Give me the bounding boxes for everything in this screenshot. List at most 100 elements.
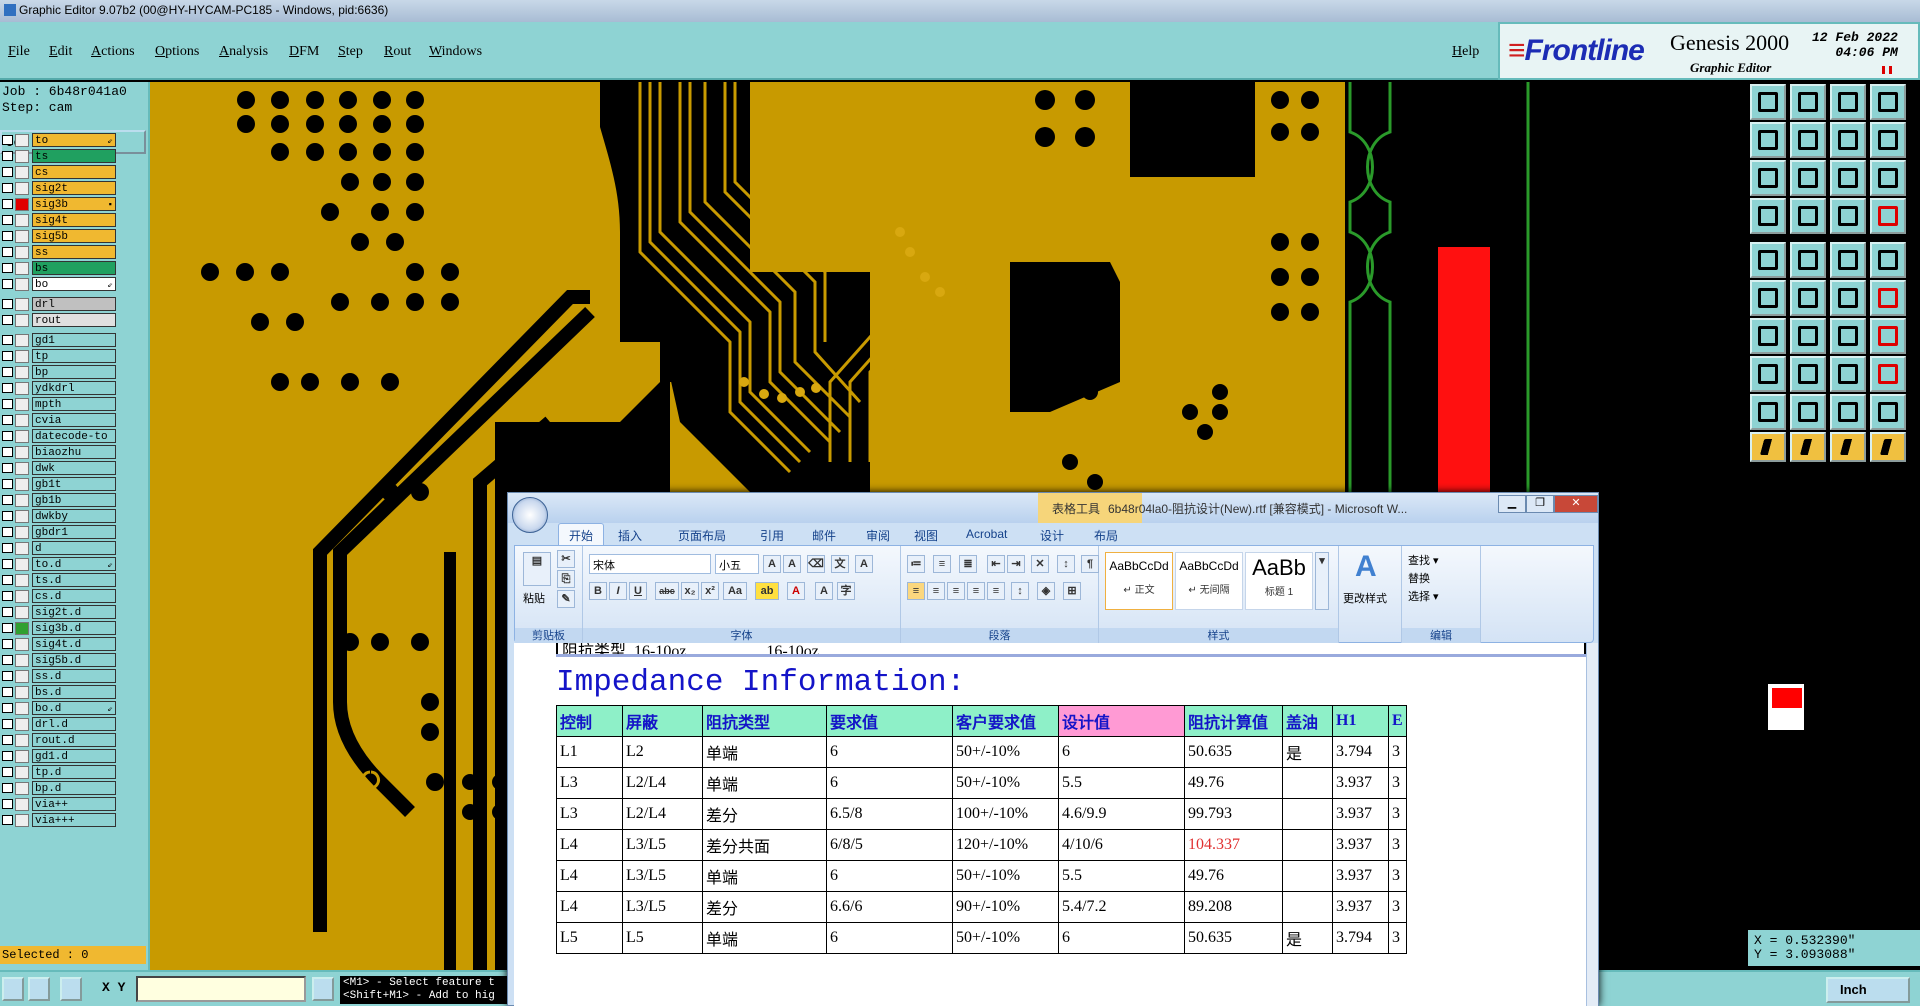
layer-row[interactable]: bp.d: [0, 780, 118, 796]
add-text-icon[interactable]: [1750, 356, 1786, 392]
strikethrough-icon[interactable]: abc: [655, 582, 679, 600]
move-feature-icon[interactable]: [1790, 280, 1826, 316]
table-cell[interactable]: 3: [1388, 829, 1407, 861]
layer-row[interactable]: cs.d: [0, 588, 118, 604]
zoom-in-icon[interactable]: [1790, 122, 1826, 158]
layer-row[interactable]: datecode-to: [0, 428, 118, 444]
layer-color-swatch[interactable]: [15, 334, 29, 347]
layer-color-swatch[interactable]: [15, 718, 29, 731]
layer-color-swatch[interactable]: [15, 214, 29, 227]
menu-file[interactable]: File: [8, 44, 30, 60]
char-border-icon[interactable]: A: [855, 555, 873, 573]
select-net-icon[interactable]: [1750, 280, 1786, 316]
layer-row[interactable]: rout: [0, 312, 118, 328]
style-no-spacing[interactable]: AaBbCcDd ↵ 无间隔: [1175, 552, 1243, 610]
table-cell[interactable]: 3.937: [1332, 767, 1389, 799]
layer-row[interactable]: ydkdrl: [0, 380, 118, 396]
layer-name[interactable]: gbdr1: [32, 525, 116, 539]
step-down-icon[interactable]: [1790, 84, 1826, 120]
xy-input[interactable]: [136, 976, 306, 1002]
layer-checkbox[interactable]: [2, 767, 13, 777]
select-mode-1-icon[interactable]: [1750, 432, 1786, 462]
layer-row[interactable]: to ⇙: [0, 132, 118, 148]
add-pad-icon[interactable]: [1830, 242, 1866, 278]
decrease-indent-icon[interactable]: ⇤: [987, 555, 1005, 573]
layer-name[interactable]: datecode-to: [32, 429, 116, 443]
layer-row[interactable]: gd1: [0, 332, 118, 348]
measure-icon[interactable]: [1750, 198, 1786, 234]
triangle-d-icon[interactable]: [1870, 394, 1906, 430]
table-cell[interactable]: 49.76: [1184, 767, 1283, 799]
menu-actions[interactable]: Actions: [91, 44, 135, 60]
table-cell[interactable]: L4: [556, 829, 623, 861]
layer-checkbox[interactable]: [2, 215, 13, 225]
layer-checkbox[interactable]: [2, 263, 13, 273]
table-cell[interactable]: [1282, 891, 1333, 923]
layer-checkbox[interactable]: [2, 671, 13, 681]
layer-checkbox[interactable]: [2, 815, 13, 825]
zoom-fit-icon[interactable]: [1870, 122, 1906, 158]
redraw-icon[interactable]: [1870, 160, 1906, 196]
layer-color-swatch[interactable]: [15, 750, 29, 763]
layer-name[interactable]: to.d ⇙: [32, 557, 116, 571]
layer-color-swatch[interactable]: [15, 622, 29, 635]
layer-checkbox[interactable]: [2, 511, 13, 521]
layer-color-swatch[interactable]: [15, 526, 29, 539]
document-page[interactable]: 阻抗类型 16-10oz 16-10oz Impedance Informati…: [514, 643, 1586, 1006]
table-cell[interactable]: 4/10/6: [1058, 829, 1185, 861]
layer-color-swatch[interactable]: [15, 198, 29, 211]
justify-icon[interactable]: ≡: [967, 582, 985, 600]
triangle-c-icon[interactable]: [1830, 394, 1866, 430]
table-cell[interactable]: 单端: [702, 860, 827, 892]
asian-layout-icon[interactable]: ✕: [1031, 555, 1049, 573]
layer-name[interactable]: ts.d: [32, 573, 116, 587]
layer-name[interactable]: dwkby: [32, 509, 116, 523]
layer-color-swatch[interactable]: [15, 686, 29, 699]
layer-row[interactable]: biaozhu: [0, 444, 118, 460]
format-painter-icon[interactable]: ✎: [557, 590, 575, 608]
bullets-icon[interactable]: ≔: [907, 555, 925, 573]
mirror-icon[interactable]: [1870, 318, 1906, 354]
grow-font-icon[interactable]: A: [763, 555, 781, 573]
table-cell[interactable]: [1282, 798, 1333, 830]
layer-name[interactable]: sig5b.d: [32, 653, 116, 667]
table-header-cell[interactable]: 阻抗类型: [702, 705, 827, 737]
snap-icon[interactable]: [28, 977, 50, 1001]
ribbon-tab[interactable]: 设计: [1040, 527, 1064, 544]
step-up-icon[interactable]: [1750, 84, 1786, 120]
layer-color-swatch[interactable]: [15, 734, 29, 747]
triangle-b-icon[interactable]: [1790, 394, 1826, 430]
layer-row[interactable]: sig2t: [0, 180, 118, 196]
enclose-char-icon[interactable]: 字: [837, 582, 855, 600]
layer-row[interactable]: to.d ⇙: [0, 556, 118, 572]
layer-checkbox[interactable]: [2, 183, 13, 193]
table-cell[interactable]: L4: [556, 860, 623, 892]
font-color-icon[interactable]: A: [787, 582, 805, 600]
copy-feature-icon[interactable]: [1830, 280, 1866, 316]
layer-name[interactable]: via++: [32, 797, 116, 811]
layer-checkbox[interactable]: [2, 479, 13, 489]
layer-checkbox[interactable]: [2, 735, 13, 745]
add-surface-icon[interactable]: [1870, 242, 1906, 278]
layer-color-swatch[interactable]: [15, 446, 29, 459]
layer-checkbox[interactable]: [2, 167, 13, 177]
layer-color-swatch[interactable]: [15, 606, 29, 619]
ribbon-tab[interactable]: 开始: [558, 523, 605, 545]
layer-checkbox[interactable]: [2, 415, 13, 425]
layer-row[interactable]: ss: [0, 244, 118, 260]
distribute-icon[interactable]: ≡: [987, 582, 1005, 600]
ribbon-tab[interactable]: 插入: [618, 527, 642, 544]
zoom-home-icon[interactable]: [1750, 122, 1786, 158]
layer-row[interactable]: bs.d: [0, 684, 118, 700]
layer-name[interactable]: sig4t: [32, 213, 116, 227]
layer-row[interactable]: sig3b ▪: [0, 196, 118, 212]
table-cell[interactable]: 3: [1388, 798, 1407, 830]
layer-name[interactable]: gb1t: [32, 477, 116, 491]
table-cell[interactable]: 3.937: [1332, 860, 1389, 892]
layer-name[interactable]: bs.d: [32, 685, 116, 699]
layer-row[interactable]: ts.d: [0, 572, 118, 588]
draw-line-icon[interactable]: [1750, 318, 1786, 354]
layer-row[interactable]: sig5b: [0, 228, 118, 244]
layer-name[interactable]: to ⇙: [32, 133, 116, 147]
table-cell[interactable]: 90+/-10%: [952, 891, 1059, 923]
